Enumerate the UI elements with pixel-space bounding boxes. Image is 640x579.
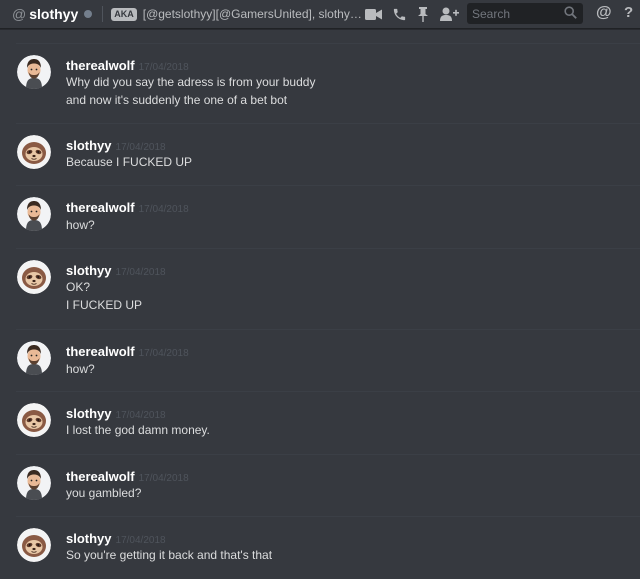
message-text: Because I FUCKED UP <box>66 155 193 169</box>
message-text: I lost the god damn money. <box>66 423 210 437</box>
sloth-avatar[interactable] <box>17 528 51 562</box>
message-timestamp: 17/04/2018 <box>138 473 189 484</box>
dm-username[interactable]: slothyy <box>29 6 78 22</box>
message-author[interactable]: slothyy 17/04/2018 <box>66 531 166 546</box>
sloth-avatar[interactable] <box>17 135 51 169</box>
header-toolbar <box>364 0 459 28</box>
message-timestamp: 17/04/2018 <box>115 267 166 278</box>
search-box[interactable] <box>467 3 583 24</box>
message-divider <box>16 123 640 124</box>
man-avatar[interactable] <box>17 55 51 89</box>
man-avatar[interactable] <box>17 197 51 231</box>
sloth-avatar[interactable] <box>17 260 51 294</box>
message-divider <box>16 248 640 249</box>
man-avatar[interactable] <box>17 341 51 375</box>
message-author[interactable]: slothyy 17/04/2018 <box>66 263 166 278</box>
message-divider <box>16 185 640 186</box>
status-indicator <box>84 10 93 18</box>
mentions-button[interactable]: @ <box>596 4 612 22</box>
sloth-avatar[interactable] <box>17 403 51 437</box>
message-text: you gambled? <box>66 486 142 500</box>
help-button[interactable]: ? <box>624 4 633 21</box>
aka-badge: AKA <box>111 7 137 21</box>
message-text: So you're getting it back and that's tha… <box>66 548 273 562</box>
message-text: how? <box>66 218 95 232</box>
message-author[interactable]: therealwolf 17/04/2018 <box>66 200 189 215</box>
voice-call-icon[interactable] <box>391 6 407 22</box>
message-divider <box>16 391 640 392</box>
message-divider <box>16 43 640 44</box>
add-friend-icon[interactable] <box>439 6 459 22</box>
message-list: therealwolf 17/04/2018 Why did you say th… <box>0 29 640 579</box>
message-timestamp: 17/04/2018 <box>115 410 166 421</box>
message-timestamp: 17/04/2018 <box>115 142 166 153</box>
message-text: I FUCKED UP <box>66 298 143 312</box>
message-text: OK? <box>66 280 91 294</box>
header-divider <box>102 6 104 22</box>
message-author[interactable]: therealwolf 17/04/2018 <box>66 469 189 484</box>
aka-names: [@getslothyy][@GamersUnited], slothyy [@… <box>142 7 365 21</box>
man-avatar[interactable] <box>17 466 51 500</box>
message-timestamp: 17/04/2018 <box>138 348 189 359</box>
search-icon <box>564 6 577 24</box>
video-call-icon[interactable] <box>364 7 382 21</box>
pin-icon[interactable] <box>416 6 430 22</box>
message-text: how? <box>66 362 95 376</box>
message-author[interactable]: slothyy 17/04/2018 <box>66 138 166 153</box>
message-timestamp: 17/04/2018 <box>138 204 189 215</box>
message-divider <box>16 329 640 330</box>
message-text: and now it's suddenly the one of a bet b… <box>66 93 288 107</box>
message-author[interactable]: slothyy 17/04/2018 <box>66 406 166 421</box>
message-timestamp: 17/04/2018 <box>138 62 189 73</box>
message-author[interactable]: therealwolf 17/04/2018 <box>66 58 189 73</box>
message-author[interactable]: therealwolf 17/04/2018 <box>66 344 189 359</box>
message-timestamp: 17/04/2018 <box>115 535 166 546</box>
message-divider <box>16 516 640 517</box>
message-divider <box>16 454 640 455</box>
message-text: Why did you say the adress is from your … <box>66 75 316 89</box>
search-input[interactable] <box>467 6 555 21</box>
dm-at-icon: @ <box>12 6 27 22</box>
